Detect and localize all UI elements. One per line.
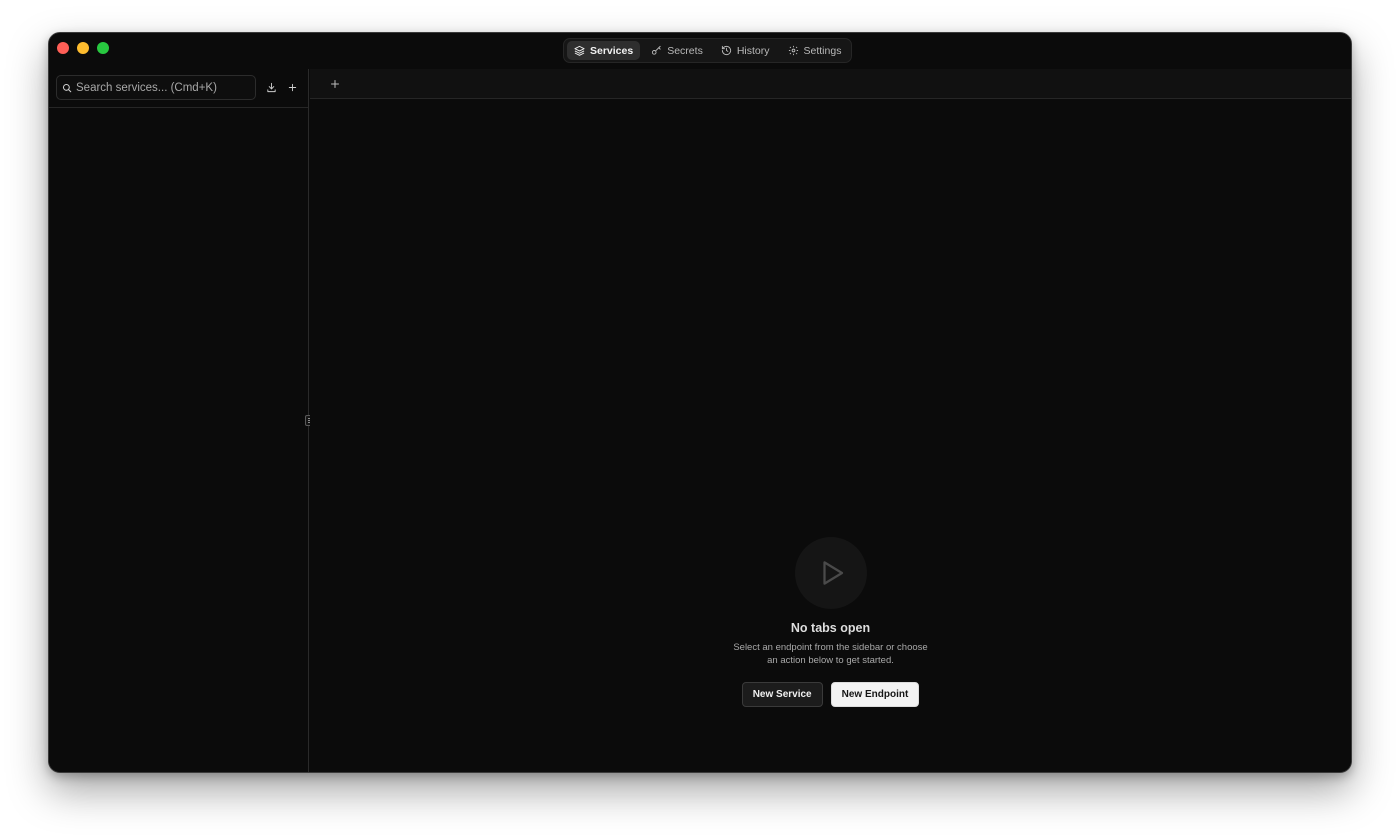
gear-icon [788,45,798,56]
app-window: Services Secrets History Settings Search… [48,32,1352,773]
plus-icon [331,80,339,88]
tab-bar [310,69,1351,99]
title-bar: Services Secrets History Settings [49,33,1351,69]
tab-settings[interactable]: Settings [781,41,849,60]
download-icon [266,82,276,92]
minimize-window-button[interactable] [77,42,89,54]
new-service-button[interactable]: New Service [741,682,823,707]
search-input[interactable] [76,81,246,94]
tab-secrets[interactable]: Secrets [644,41,710,60]
empty-state: No tabs open Select an endpoint from the… [310,537,1351,707]
add-service-button[interactable] [285,80,299,94]
new-endpoint-button[interactable]: New Endpoint [830,682,920,707]
history-icon [721,45,731,56]
maximize-window-button[interactable] [97,42,109,54]
empty-state-title: No tabs open [790,621,871,635]
tab-history-label: History [736,44,770,57]
tab-secrets-label: Secrets [667,44,703,57]
sidebar-header [49,69,308,108]
search-box[interactable] [56,75,256,100]
empty-state-actions: New Service New Endpoint [741,682,920,707]
tab-settings-label: Settings [803,44,842,57]
sidebar [49,69,309,772]
plus-icon [288,83,296,91]
key-icon [652,45,661,55]
close-window-button[interactable] [57,42,69,54]
tab-services[interactable]: Services [567,41,641,60]
search-icon [62,83,72,92]
play-icon-circle [794,537,867,609]
play-icon [823,561,844,585]
main-nav: Services Secrets History Settings [563,38,853,63]
layers-icon [574,45,585,56]
import-button[interactable] [264,80,278,94]
main-panel: No tabs open Select an endpoint from the… [310,69,1351,772]
empty-state-description: Select an endpoint from the sidebar or c… [733,642,928,666]
new-tab-button[interactable] [329,77,341,89]
tab-history[interactable]: History [714,41,777,60]
tab-services-label: Services [590,44,634,57]
